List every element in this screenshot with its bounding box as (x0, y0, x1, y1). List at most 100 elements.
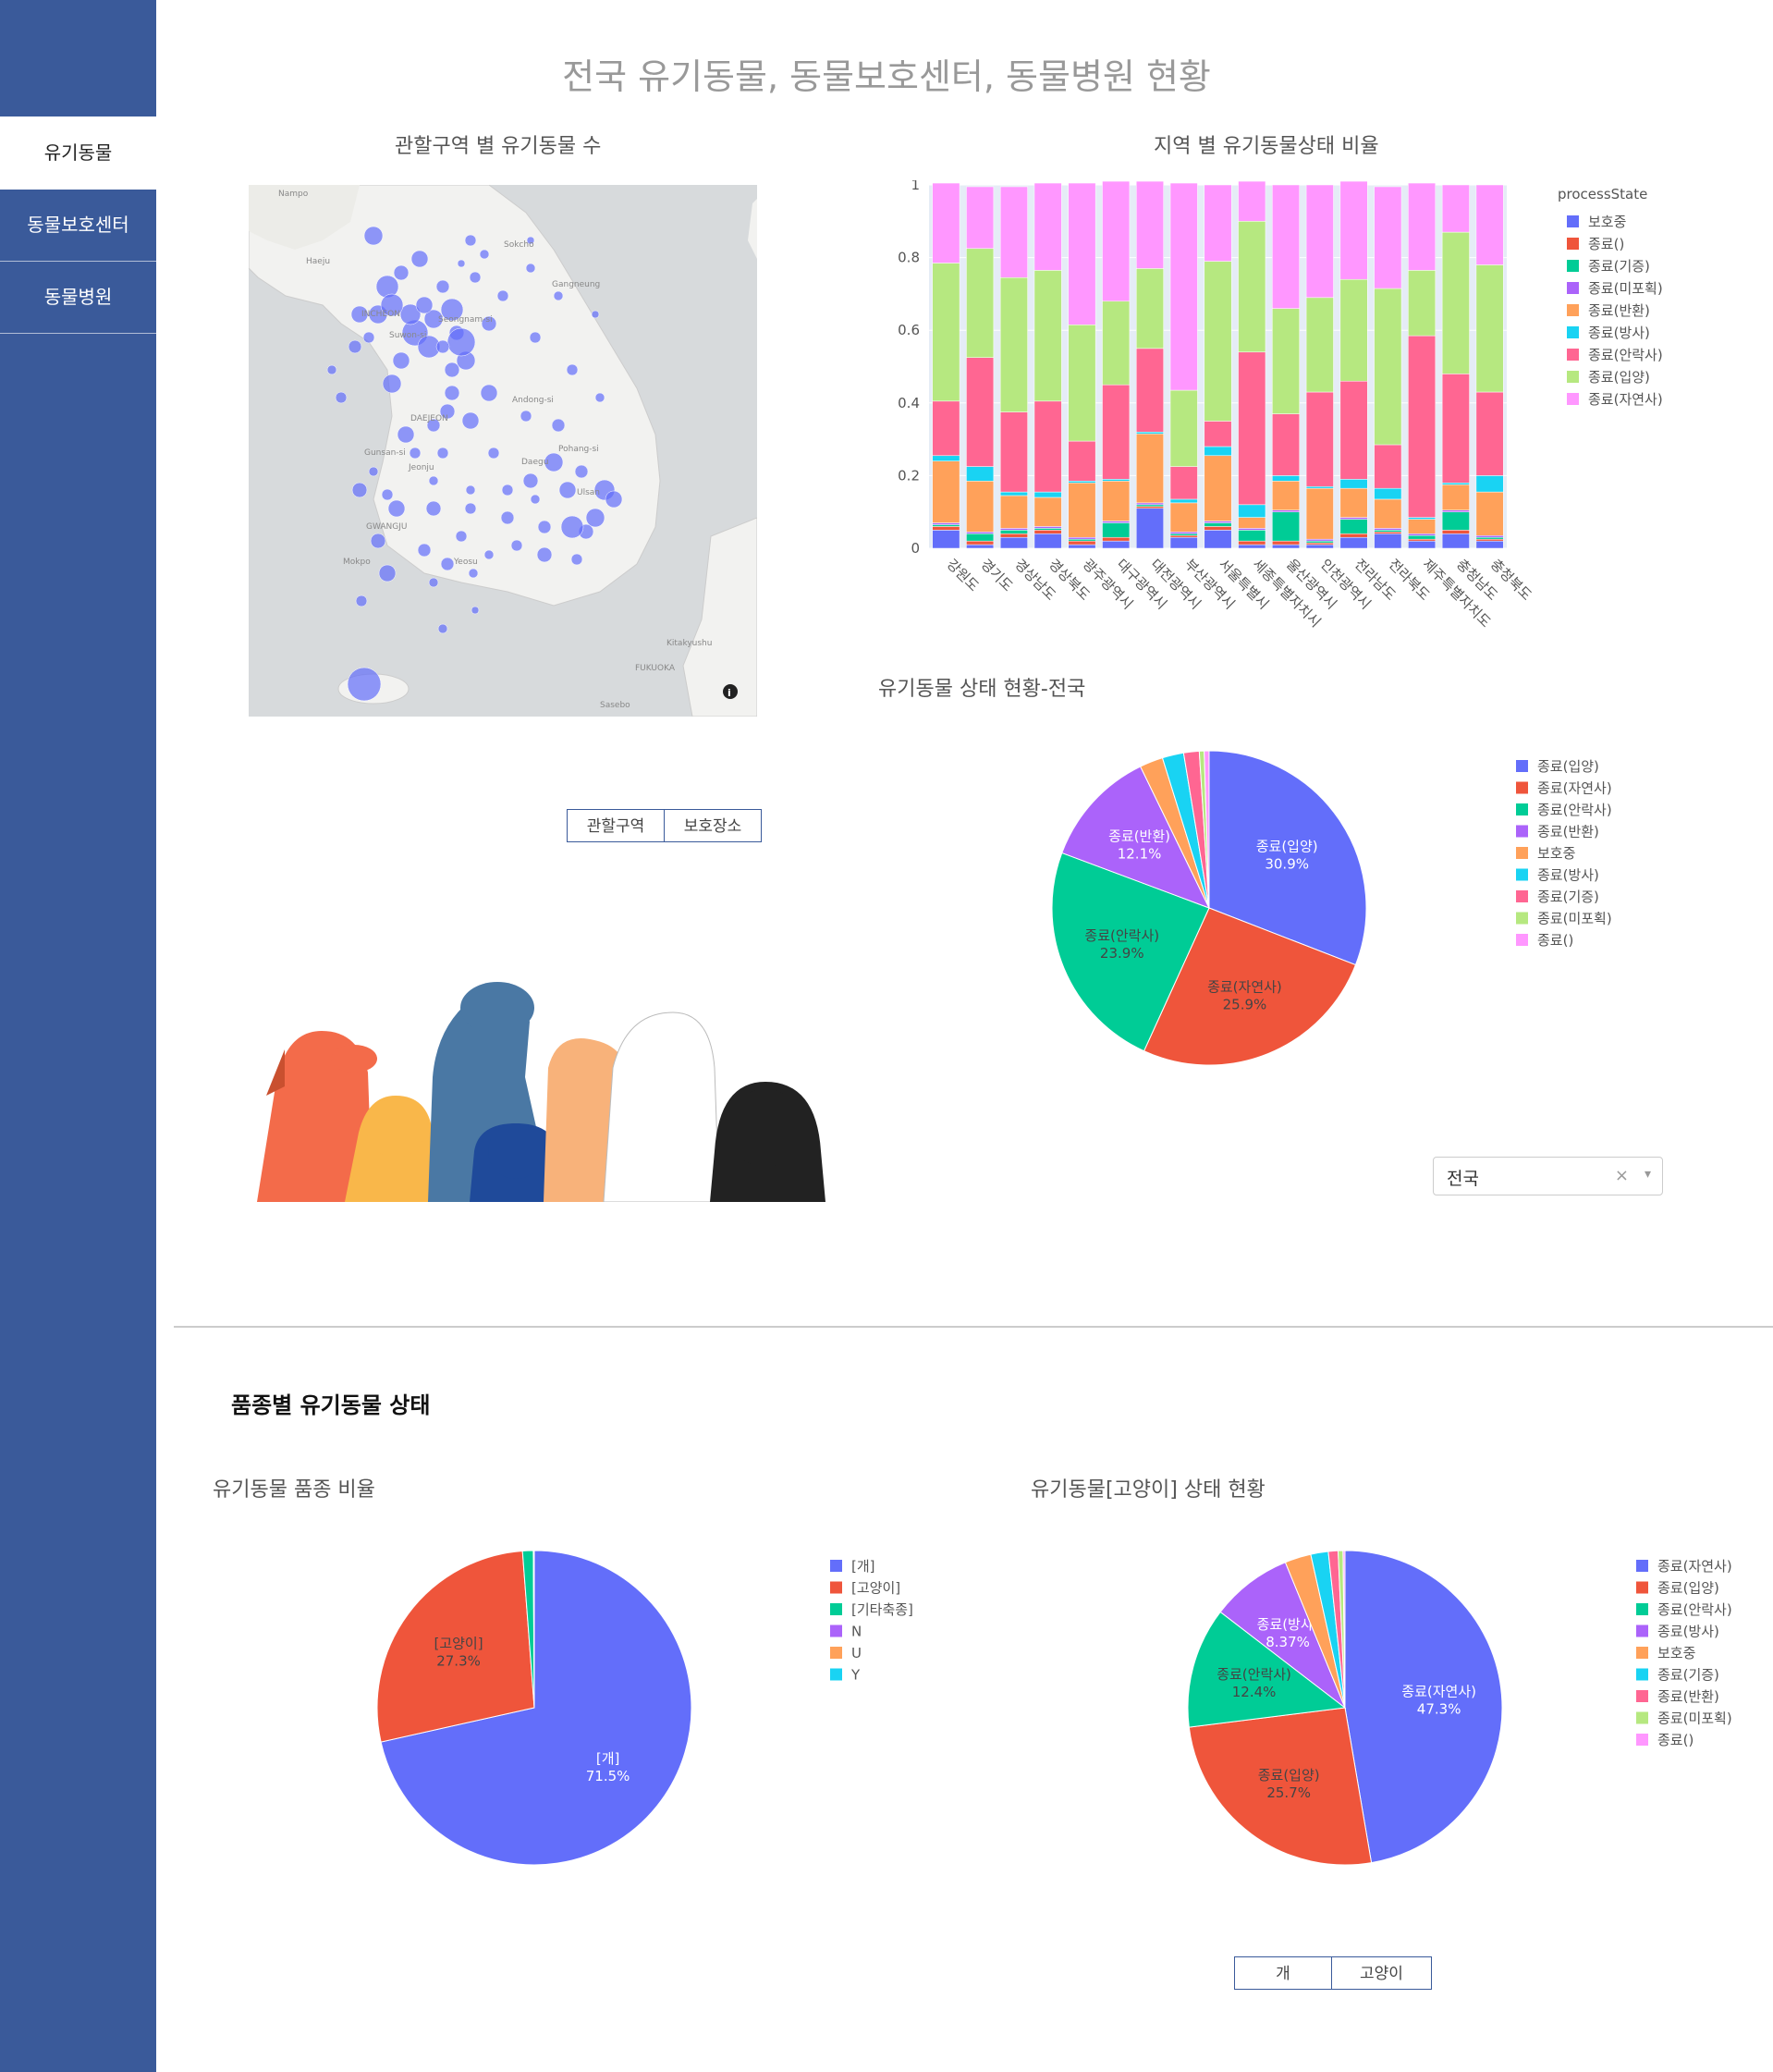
map-bubble[interactable] (468, 568, 479, 579)
bar-segment[interactable] (1408, 534, 1437, 540)
bar-segment[interactable] (1136, 504, 1164, 508)
map-bubble[interactable] (368, 466, 379, 477)
bar-segment[interactable] (1374, 533, 1402, 549)
bar-segment[interactable] (1169, 532, 1198, 534)
bar-segment[interactable] (932, 182, 960, 264)
map-bubble[interactable] (469, 271, 482, 284)
bar-segment[interactable] (1374, 186, 1402, 289)
bar-segment[interactable] (1408, 540, 1437, 549)
bar-segment[interactable] (1068, 544, 1096, 549)
bar-segment[interactable] (1033, 530, 1062, 534)
bar-segment[interactable] (1339, 487, 1368, 518)
bar-segment[interactable] (932, 455, 960, 461)
map-bubble[interactable] (605, 490, 623, 509)
bar-segment[interactable] (1136, 433, 1164, 504)
bar-segment[interactable] (1204, 522, 1232, 527)
bar-legend-label[interactable]: 종료(기증) (1588, 258, 1650, 275)
bar-segment[interactable] (1475, 264, 1504, 393)
map-bubble[interactable] (446, 327, 476, 357)
bar-segment[interactable] (1169, 533, 1198, 536)
bar-segment[interactable] (1408, 533, 1437, 536)
bar-segment[interactable] (932, 530, 960, 549)
bar-segment[interactable] (1441, 184, 1470, 233)
bar-segment[interactable] (1441, 374, 1470, 484)
pie-legend-swatch[interactable] (1636, 1668, 1648, 1681)
pie-legend-swatch[interactable] (1636, 1647, 1648, 1659)
bar-segment[interactable] (1033, 526, 1062, 529)
bar-legend-swatch[interactable] (1567, 326, 1579, 338)
map-bubble[interactable] (537, 520, 552, 534)
bar-segment[interactable] (1475, 475, 1504, 493)
bar-segment[interactable] (1374, 288, 1402, 446)
bar-segment[interactable] (966, 532, 995, 534)
bar-segment[interactable] (1475, 538, 1504, 542)
bar-segment[interactable] (1033, 528, 1062, 531)
map-bubble[interactable] (530, 494, 541, 505)
bar-segment[interactable] (1169, 182, 1198, 391)
bar-segment[interactable] (999, 530, 1028, 534)
map-bubble[interactable] (363, 226, 384, 246)
sidebar-item-hospitals[interactable]: 동물병원 (0, 261, 156, 334)
map-toggle-jurisdiction-button[interactable]: 관할구역 (567, 809, 665, 842)
pie-legend-swatch[interactable] (830, 1624, 842, 1637)
stacked-bar-chart[interactable]: 00.20.40.60.81강원도경기도경상남도경상북도광주광역시대구광역시대전… (887, 180, 1719, 643)
pie-legend-label[interactable]: N (851, 1624, 862, 1640)
bar-segment[interactable] (1068, 182, 1096, 325)
bar-segment[interactable] (1339, 278, 1368, 382)
pie-legend-label[interactable]: 종료() (1657, 1732, 1694, 1748)
map-bubble[interactable] (529, 331, 542, 344)
bar-segment[interactable] (1102, 536, 1131, 542)
map-bubble[interactable] (522, 472, 539, 489)
bar-segment[interactable] (1068, 483, 1096, 538)
bar-legend-label[interactable]: 종료(방사) (1588, 325, 1650, 341)
bar-segment[interactable] (1305, 391, 1334, 487)
bar-segment[interactable] (1305, 538, 1334, 542)
bar-segment[interactable] (1441, 483, 1470, 485)
map-bubble[interactable] (536, 546, 553, 563)
bar-segment[interactable] (1408, 517, 1437, 520)
pie-legend-swatch[interactable] (1636, 1711, 1648, 1724)
bar-segment[interactable] (999, 491, 1028, 497)
bar-segment[interactable] (1272, 184, 1300, 309)
bar-segment[interactable] (1374, 487, 1402, 500)
bar-segment[interactable] (932, 460, 960, 523)
map-bubble[interactable] (393, 264, 410, 281)
bar-segment[interactable] (1475, 536, 1504, 540)
pie-legend-label[interactable]: 종료(입양) (1537, 758, 1599, 775)
bar-segment[interactable] (966, 540, 995, 546)
bar-segment[interactable] (999, 411, 1028, 493)
sidebar-item-abandoned-animals[interactable]: 유기동물 (0, 116, 156, 190)
map-bubble[interactable] (591, 310, 600, 319)
pie-legend-label[interactable]: 종료(기증) (1537, 889, 1599, 905)
pie-legend-swatch[interactable] (830, 1647, 842, 1659)
bar-legend-label[interactable]: 종료(미포획) (1588, 280, 1663, 297)
map-bubble[interactable] (566, 363, 579, 376)
bar-segment[interactable] (966, 533, 995, 542)
bar-segment[interactable] (1475, 184, 1504, 265)
map-bubble[interactable] (487, 447, 500, 460)
bar-segment[interactable] (1374, 530, 1402, 533)
bar-segment[interactable] (966, 481, 995, 533)
bar-segment[interactable] (932, 400, 960, 457)
pie-legend-label[interactable]: 종료(자연사) (1657, 1558, 1732, 1575)
bar-segment[interactable] (1441, 511, 1470, 531)
map-bubble[interactable] (455, 530, 468, 543)
pie-legend-label[interactable]: [고양이] (851, 1580, 900, 1597)
bar-segment[interactable] (1475, 540, 1504, 549)
bar-segment[interactable] (932, 263, 960, 402)
bar-segment[interactable] (1033, 497, 1062, 527)
pie-legend-swatch[interactable] (1636, 1734, 1648, 1746)
bar-segment[interactable] (1272, 511, 1300, 542)
bar-legend-swatch[interactable] (1567, 282, 1579, 294)
bar-segment[interactable] (1169, 534, 1198, 538)
pie-legend-label[interactable]: 종료(방사) (1657, 1624, 1719, 1640)
sidebar-item-shelters[interactable]: 동물보호센터 (0, 189, 156, 262)
bar-segment[interactable] (1169, 466, 1198, 500)
map-bubble[interactable] (594, 392, 605, 403)
bar-segment[interactable] (1238, 540, 1266, 546)
bar-segment[interactable] (1339, 479, 1368, 489)
pie-legend-label[interactable]: 종료(미포획) (1657, 1710, 1732, 1727)
bar-segment[interactable] (1136, 506, 1164, 509)
map-bubble[interactable] (415, 296, 434, 314)
bar-segment[interactable] (1441, 533, 1470, 549)
